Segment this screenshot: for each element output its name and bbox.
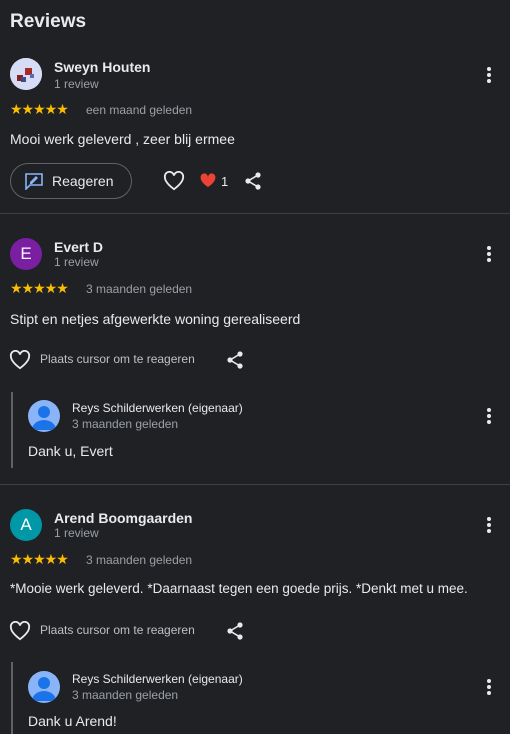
like-count: 1 xyxy=(221,174,229,189)
divider xyxy=(0,213,510,214)
reviewer-name[interactable]: Sweyn Houten xyxy=(54,59,150,75)
owner-reply-date: 3 maanden geleden xyxy=(72,688,179,702)
avatar[interactable]: A xyxy=(10,509,42,541)
avatar[interactable]: E xyxy=(10,238,42,270)
share-icon[interactable] xyxy=(224,620,246,642)
reaction-hint: Plaats cursor om te reageren xyxy=(40,623,195,637)
page-title: Reviews xyxy=(10,11,87,32)
review-date: een maand geleden xyxy=(86,103,193,117)
house-picture-icon xyxy=(10,58,42,90)
divider xyxy=(0,484,510,485)
more-options-icon[interactable] xyxy=(480,65,498,85)
more-options-icon[interactable] xyxy=(480,677,498,697)
avatar-initial: A xyxy=(20,515,32,534)
reviewer-review-count: 1 review xyxy=(54,255,99,269)
owner-reply-bar xyxy=(11,662,13,734)
owner-avatar[interactable] xyxy=(28,671,60,703)
owner-name: Reys Schilderwerken (eigenaar) xyxy=(72,401,243,415)
reply-button-label: Reageren xyxy=(52,173,114,189)
owner-avatar[interactable] xyxy=(28,400,60,432)
review-text: Mooi werk geleverd , zeer blij ermee xyxy=(10,131,235,147)
like-icon[interactable] xyxy=(163,170,185,192)
reviewer-review-count: 1 review xyxy=(54,77,99,91)
heart-reaction-icon xyxy=(200,173,216,193)
owner-reply-text: Dank u Arend! xyxy=(28,713,117,729)
review-text: Stipt en netjes afgewerkte woning gereal… xyxy=(10,311,301,327)
review-date: 3 maanden geleden xyxy=(86,282,193,296)
more-options-icon[interactable] xyxy=(480,515,498,535)
reaction-hint: Plaats cursor om te reageren xyxy=(40,352,195,366)
owner-reply-date: 3 maanden geleden xyxy=(72,417,179,431)
reviewer-name[interactable]: Arend Boomgaarden xyxy=(54,510,192,526)
review-text: *Mooie werk geleverd. *Daarnaast tegen e… xyxy=(10,581,468,596)
avatar-initial: E xyxy=(20,244,32,263)
review-date: 3 maanden geleden xyxy=(86,553,193,567)
share-icon[interactable] xyxy=(224,349,246,371)
owner-name: Reys Schilderwerken (eigenaar) xyxy=(72,672,243,686)
more-options-icon[interactable] xyxy=(480,244,498,264)
person-icon xyxy=(32,406,56,430)
star-rating: ★★★★★ xyxy=(10,551,69,567)
reply-button[interactable]: Reageren xyxy=(10,163,132,199)
owner-reply-bar xyxy=(11,392,13,468)
like-icon[interactable] xyxy=(9,620,31,642)
more-options-icon[interactable] xyxy=(480,406,498,426)
avatar[interactable] xyxy=(10,58,42,90)
star-rating: ★★★★★ xyxy=(10,101,69,117)
person-icon xyxy=(32,677,56,701)
reviewer-review-count: 1 review xyxy=(54,526,99,540)
reply-icon xyxy=(25,173,43,190)
share-icon[interactable] xyxy=(242,170,264,192)
like-icon[interactable] xyxy=(9,349,31,371)
star-rating: ★★★★★ xyxy=(10,280,69,296)
owner-reply-text: Dank u, Evert xyxy=(28,443,113,459)
reviewer-name[interactable]: Evert D xyxy=(54,239,103,255)
